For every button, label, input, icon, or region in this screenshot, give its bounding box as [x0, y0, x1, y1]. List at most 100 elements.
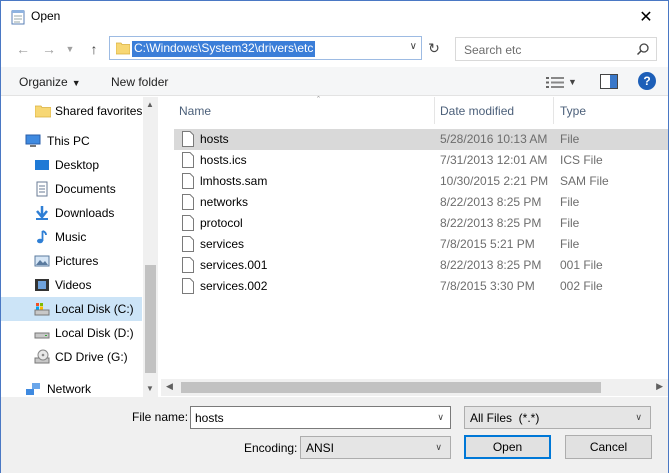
chevron-down-icon[interactable]: ∨: [437, 412, 444, 423]
cancel-button[interactable]: Cancel: [565, 435, 652, 459]
downloads-icon: [36, 206, 48, 220]
file-type: File: [560, 132, 580, 146]
sort-ascending-icon: ˆ: [317, 95, 320, 105]
open-button[interactable]: Open: [464, 435, 551, 459]
organize-label: Organize: [19, 75, 68, 89]
chevron-down-icon[interactable]: ∨: [410, 41, 417, 52]
forward-button[interactable]: →: [39, 39, 59, 59]
cd-drive-icon: [34, 349, 50, 364]
file-type: ICS File: [560, 153, 603, 167]
preview-pane-icon[interactable]: [600, 74, 618, 89]
file-name-field[interactable]: hosts ∨: [190, 406, 451, 429]
videos-icon: [35, 279, 49, 291]
refresh-icon: ↻: [428, 39, 440, 56]
recent-locations-button[interactable]: ▼: [63, 39, 77, 59]
file-icon: [182, 194, 194, 210]
change-view-button[interactable]: ▼: [546, 74, 586, 90]
nav-item-downloads[interactable]: Downloads: [1, 201, 142, 225]
file-name: hosts: [200, 132, 229, 146]
scroll-left-icon[interactable]: ◀: [166, 381, 173, 392]
file-icon: [182, 152, 194, 168]
file-name-label: File name:: [132, 410, 189, 424]
close-icon: ✕: [639, 8, 653, 26]
nav-item-label: This PC: [47, 134, 90, 148]
file-row-lmhosts-sam[interactable]: lmhosts.sam 10/30/2015 2:21 PM SAM File: [174, 171, 668, 192]
refresh-button[interactable]: ↻: [424, 38, 444, 58]
column-header-date-modified[interactable]: Date modified: [440, 97, 552, 124]
nav-item-local-disk-c[interactable]: Local Disk (C:): [1, 297, 142, 321]
scroll-right-icon[interactable]: ▶: [656, 381, 663, 392]
nav-item-desktop[interactable]: Desktop: [1, 153, 142, 177]
column-divider[interactable]: [434, 97, 435, 124]
nav-item-shared-favorites[interactable]: Shared favorites: [1, 99, 142, 123]
nav-item-pictures[interactable]: Pictures: [1, 249, 142, 273]
chevron-down-icon: ▼: [568, 77, 577, 87]
nav-item-network[interactable]: Network: [1, 377, 142, 397]
file-name-value[interactable]: hosts: [195, 411, 224, 425]
title-bar: Open ✕: [1, 1, 668, 32]
file-date: 7/8/2015 3:30 PM: [440, 279, 535, 293]
column-header-type[interactable]: Type: [560, 97, 660, 124]
chevron-down-icon: ∨: [435, 442, 442, 452]
nav-item-label: Network: [47, 382, 92, 396]
search-icon[interactable]: [636, 42, 650, 56]
scroll-down-icon[interactable]: ▼: [146, 384, 154, 393]
nav-pane-scrollbar[interactable]: ▲ ▼: [143, 97, 158, 397]
file-type: File: [560, 237, 580, 251]
new-folder-button[interactable]: New folder: [111, 75, 168, 89]
address-path[interactable]: C:\Windows\System32\drivers\etc: [132, 41, 316, 57]
file-name: services.001: [200, 258, 268, 272]
nav-item-label: Desktop: [55, 158, 100, 172]
nav-item-label: Local Disk (D:): [55, 326, 134, 340]
organize-button[interactable]: Organize ▼: [19, 75, 81, 89]
nav-item-local-disk-d[interactable]: Local Disk (D:): [1, 321, 142, 345]
horizontal-scroll-thumb[interactable]: [181, 382, 601, 393]
up-button[interactable]: ↑: [84, 39, 104, 59]
back-arrow-icon: ←: [16, 41, 30, 57]
file-name: services.002: [200, 279, 268, 293]
file-row-services-002[interactable]: services.002 7/8/2015 3:30 PM 002 File: [174, 276, 668, 297]
file-row-hosts-ics[interactable]: hosts.ics 7/31/2013 12:01 AM ICS File: [174, 150, 668, 171]
nav-item-videos[interactable]: Videos: [1, 273, 142, 297]
file-date: 8/22/2013 8:25 PM: [440, 258, 542, 272]
window-title: Open: [31, 9, 61, 23]
close-button[interactable]: ✕: [624, 1, 668, 32]
open-dialog: Open ✕ ← → ▼ ↑ C:\Windows\System32\drive…: [0, 0, 669, 473]
file-type: File: [560, 216, 580, 230]
address-bar[interactable]: C:\Windows\System32\drivers\etc ∨: [109, 36, 422, 60]
desktop-icon: [35, 160, 49, 170]
file-list-horizontal-scrollbar[interactable]: ◀ ▶: [161, 379, 668, 396]
dialog-footer: File name: hosts ∨ All Files (*.*) ∨ Enc…: [1, 397, 668, 473]
encoding-select[interactable]: ANSI ∨: [300, 436, 451, 459]
file-date: 8/22/2013 8:25 PM: [440, 216, 542, 230]
nav-scroll-thumb[interactable]: [145, 265, 156, 373]
file-name: services: [200, 237, 245, 251]
nav-item-this-pc[interactable]: This PC: [1, 129, 142, 153]
column-divider[interactable]: [553, 97, 554, 124]
nav-item-documents[interactable]: Documents: [1, 177, 142, 201]
file-date: 8/22/2013 8:25 PM: [440, 195, 542, 209]
drive-icon: [34, 332, 50, 339]
nav-item-music[interactable]: Music: [1, 225, 142, 249]
search-input[interactable]: Search etc: [464, 43, 521, 57]
forward-arrow-icon: →: [42, 41, 56, 57]
file-row-hosts[interactable]: hosts 5/28/2016 10:13 AM File: [174, 129, 668, 150]
file-date: 7/8/2015 5:21 PM: [440, 237, 535, 251]
file-row-networks[interactable]: networks 8/22/2013 8:25 PM File: [174, 192, 668, 213]
file-row-services-001[interactable]: services.001 8/22/2013 8:25 PM 001 File: [174, 255, 668, 276]
file-type-filter-value: All Files (*.*): [470, 411, 540, 425]
nav-item-cd-drive-g[interactable]: CD Drive (G:): [1, 345, 142, 369]
file-type-filter[interactable]: All Files (*.*) ∨: [464, 406, 651, 429]
back-button[interactable]: ←: [13, 39, 33, 59]
file-row-protocol[interactable]: protocol 8/22/2013 8:25 PM File: [174, 213, 668, 234]
help-button[interactable]: ?: [638, 72, 656, 90]
file-type: 001 File: [560, 258, 603, 272]
drive-icon: [34, 303, 50, 316]
music-icon: [37, 230, 47, 244]
column-header-name[interactable]: Name ˆ: [179, 95, 433, 124]
file-row-services[interactable]: services 7/8/2015 5:21 PM File: [174, 234, 668, 255]
scroll-up-icon[interactable]: ▲: [146, 100, 154, 109]
nav-item-label: Videos: [55, 278, 92, 292]
search-box[interactable]: Search etc: [455, 37, 657, 61]
file-type: File: [560, 195, 580, 209]
